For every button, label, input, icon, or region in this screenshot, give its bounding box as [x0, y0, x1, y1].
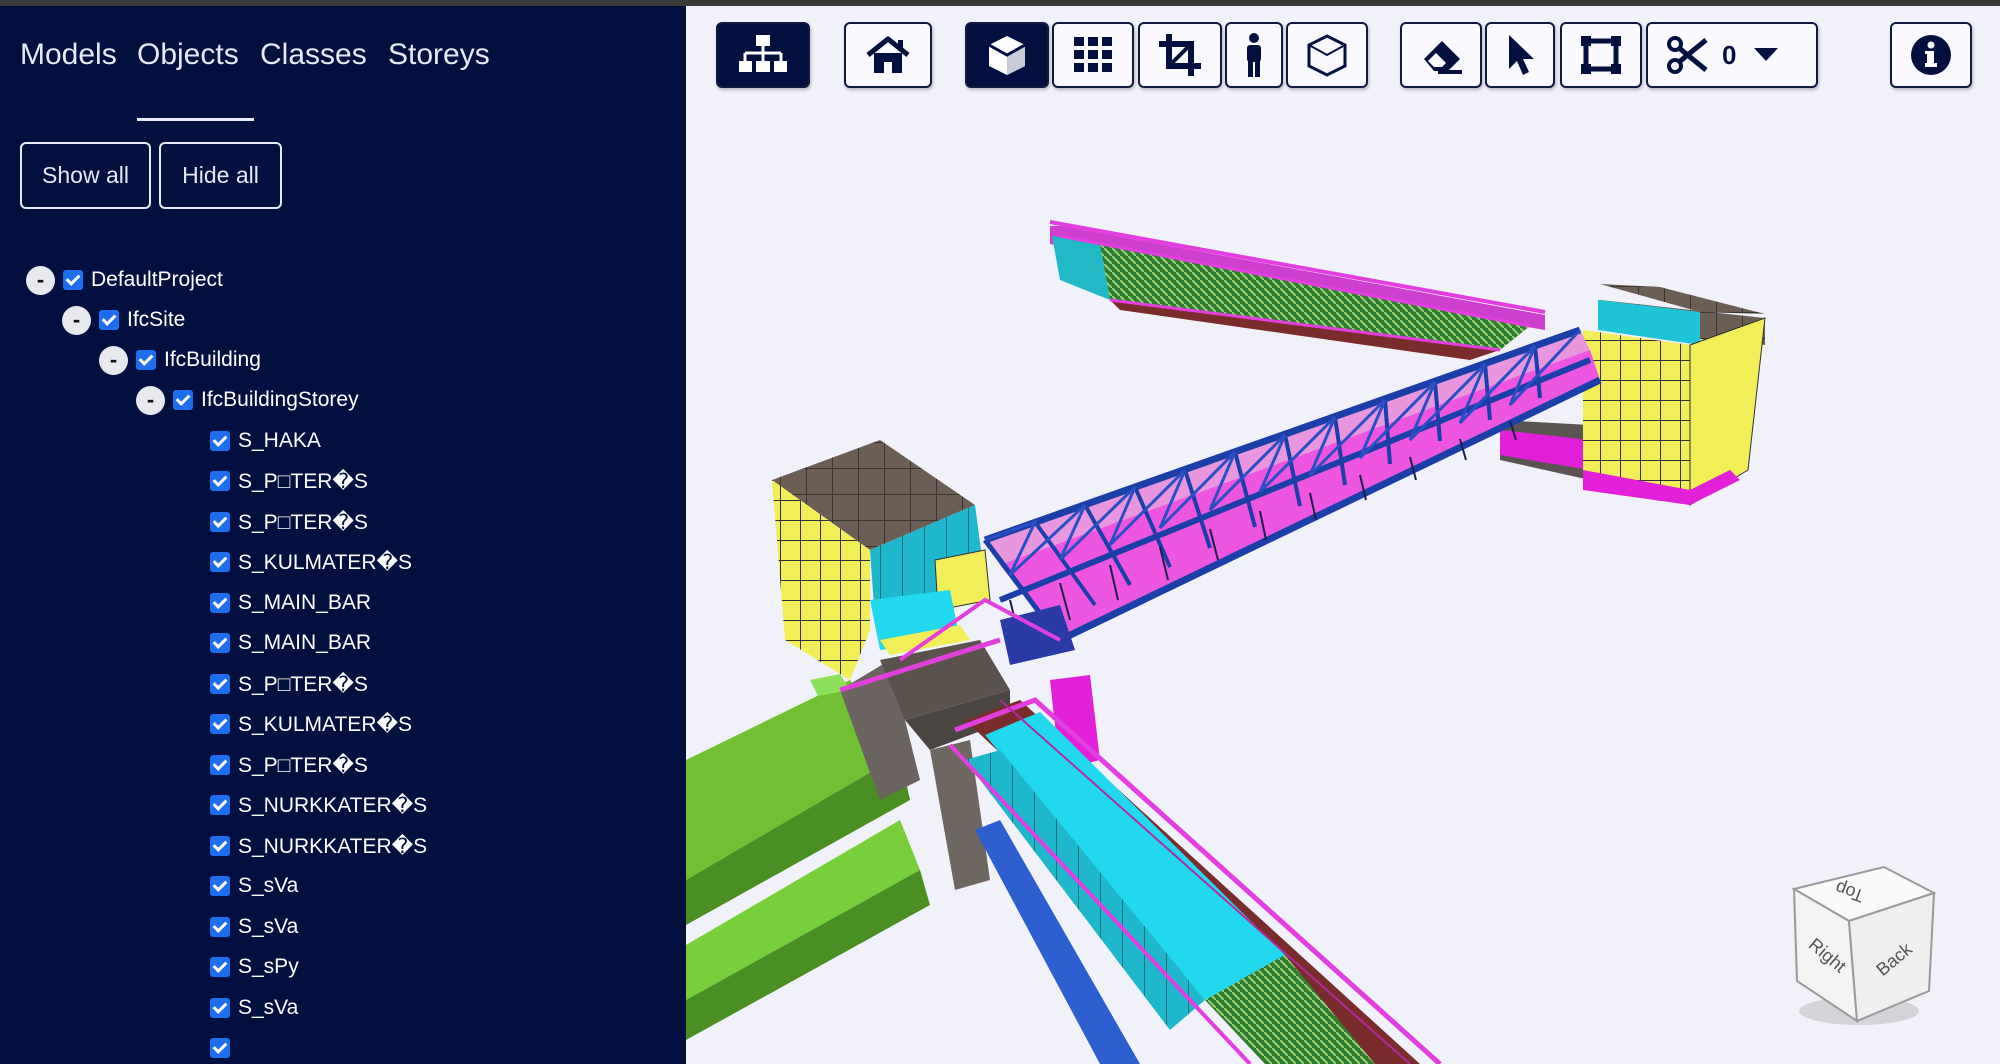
tree-node-ifc-building: - IfcBuilding — [99, 343, 261, 377]
visibility-checkbox[interactable] — [210, 836, 230, 856]
tree-leaf-label[interactable]: S_P□TER�S — [238, 753, 368, 778]
visibility-checkbox[interactable] — [63, 270, 83, 290]
first-person-button[interactable] — [1225, 22, 1283, 88]
visibility-checkbox[interactable] — [210, 998, 230, 1018]
tree-view-button[interactable] — [716, 22, 810, 88]
visibility-checkbox[interactable] — [210, 552, 230, 572]
tree-leaf-object: S_MAIN_BAR — [210, 626, 371, 660]
tree-leaf-object: S_sPy — [210, 950, 299, 984]
tree-leaf-object: S_NURKKATER�S — [210, 829, 427, 863]
tree-leaf-label[interactable]: S_KULMATER�S — [238, 712, 412, 737]
tree-view-icon — [739, 35, 787, 72]
object-tree-sidebar: Models Objects Classes Storeys Show all … — [0, 6, 686, 1064]
tree-leaf-object: S_P□TER�S — [210, 748, 368, 782]
tree-leaf-label[interactable]: S_MAIN_BAR — [238, 631, 371, 655]
visibility-checkbox[interactable] — [210, 633, 230, 653]
3d-viewport[interactable]: Top Right Back — [686, 6, 2000, 1064]
perspective-button[interactable] — [965, 22, 1049, 88]
marquee-select-icon — [1581, 36, 1621, 74]
visibility-checkbox[interactable] — [210, 957, 230, 977]
visibility-checkbox[interactable] — [210, 755, 230, 775]
tree-leaf-object: S_sVa — [210, 869, 298, 903]
tree-leaf-object: S_KULMATER�S — [210, 545, 412, 579]
section-scissors-icon — [1667, 36, 1708, 74]
visibility-checkbox[interactable] — [210, 876, 230, 896]
xray-button[interactable] — [1286, 22, 1368, 88]
main-truss-bridge — [983, 326, 1602, 644]
visibility-checkbox[interactable] — [136, 350, 156, 370]
tree-leaf-label[interactable]: S_KULMATER�S — [238, 550, 412, 575]
object-tree: - DefaultProject - IfcSite - IfcBuilding… — [0, 6, 686, 1064]
tree-node-label[interactable]: IfcBuilding — [164, 348, 261, 372]
home-button[interactable] — [844, 22, 932, 88]
visibility-checkbox[interactable] — [210, 431, 230, 451]
tree-node-label[interactable]: IfcSite — [127, 308, 185, 332]
tree-leaf-label[interactable]: S_MAIN_BAR — [238, 591, 371, 615]
visibility-checkbox[interactable] — [210, 795, 230, 815]
tree-leaf-label[interactable]: S_P□TER�S — [238, 672, 368, 697]
ortho-button[interactable] — [1052, 22, 1134, 88]
fit-button[interactable] — [1138, 22, 1222, 88]
tree-leaf-label[interactable]: S_HAKA — [238, 429, 321, 453]
visibility-checkbox[interactable] — [210, 917, 230, 937]
front-ramp — [948, 697, 1442, 1064]
select-button[interactable] — [1485, 22, 1555, 88]
visibility-checkbox[interactable] — [173, 390, 193, 410]
visibility-checkbox[interactable] — [210, 593, 230, 613]
visibility-checkbox[interactable] — [210, 471, 230, 491]
tree-leaf-object: S_P□TER�S — [210, 505, 368, 539]
tree-leaf-object: S_MAIN_BAR — [210, 586, 371, 620]
visibility-checkbox[interactable] — [210, 512, 230, 532]
fit-crop-icon — [1159, 34, 1201, 76]
tree-leaf-object: S_KULMATER�S — [210, 707, 412, 741]
far-ramp — [1049, 220, 1546, 360]
visibility-checkbox[interactable] — [99, 310, 119, 330]
xray-icon — [1307, 34, 1347, 77]
info-icon — [1911, 35, 1951, 75]
tree-leaf-label[interactable]: S_NURKKATER�S — [238, 793, 427, 818]
erase-button[interactable] — [1400, 22, 1482, 88]
tree-leaf-label[interactable]: S_P□TER�S — [238, 510, 368, 535]
erase-icon — [1424, 41, 1462, 74]
tree-node-default-project: - DefaultProject — [26, 263, 223, 297]
collapse-toggle[interactable]: - — [136, 385, 165, 415]
marquee-select-button[interactable] — [1560, 22, 1642, 88]
visibility-checkbox[interactable] — [210, 714, 230, 734]
tree-leaf-object: S_HAKA — [210, 424, 321, 458]
ortho-grid-icon — [1074, 37, 1112, 72]
first-person-icon — [1247, 33, 1261, 77]
collapse-toggle[interactable]: - — [99, 345, 128, 375]
select-cursor-icon — [1509, 35, 1534, 75]
tree-leaf-label[interactable]: S_NURKKATER�S — [238, 834, 427, 859]
tree-node-label[interactable]: DefaultProject — [91, 268, 223, 292]
visibility-checkbox[interactable] — [210, 1038, 230, 1058]
perspective-cube-icon — [988, 36, 1026, 75]
collapse-toggle[interactable]: - — [26, 265, 55, 295]
tree-node-ifc-site: - IfcSite — [62, 303, 185, 337]
tree-leaf-object: S_P□TER�S — [210, 464, 368, 498]
tree-node-ifc-building-storey: - IfcBuildingStorey — [136, 383, 359, 417]
nav-cube[interactable]: Top Right Back — [1769, 851, 1949, 1031]
home-icon — [866, 36, 910, 73]
tree-leaf-object: S_NURKKATER�S — [210, 788, 427, 822]
tree-leaf-label[interactable]: S_sPy — [238, 955, 299, 979]
tree-leaf-object-partial — [210, 1031, 238, 1064]
tree-leaf-object: S_P□TER�S — [210, 667, 368, 701]
left-tower — [772, 440, 991, 680]
info-button[interactable] — [1890, 22, 1972, 88]
tree-leaf-object: S_sVa — [210, 991, 298, 1025]
tree-leaf-label[interactable]: S_P□TER�S — [238, 469, 368, 494]
section-count: 0 — [1722, 39, 1737, 70]
collapse-toggle[interactable]: - — [62, 305, 91, 335]
visibility-checkbox[interactable] — [210, 674, 230, 694]
chevron-down-icon[interactable] — [1754, 48, 1779, 62]
tree-node-label[interactable]: IfcBuildingStorey — [201, 388, 359, 412]
tree-leaf-label[interactable]: S_sVa — [238, 874, 298, 898]
tree-leaf-label[interactable]: S_sVa — [238, 915, 298, 939]
tree-leaf-object: S_sVa — [210, 910, 298, 944]
section-tool-button[interactable]: 0 — [1646, 22, 1818, 88]
tree-leaf-label[interactable]: S_sVa — [238, 996, 298, 1020]
